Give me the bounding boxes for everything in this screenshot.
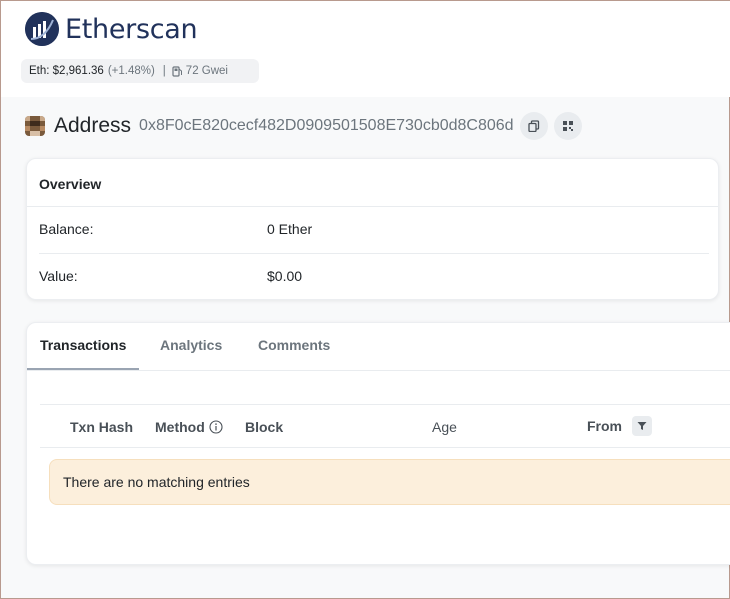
etherscan-logo-icon xyxy=(25,12,59,46)
transactions-card: Transactions Analytics Comments Txn Hash… xyxy=(26,322,730,565)
tab-bar-divider xyxy=(27,370,730,371)
column-block: Block xyxy=(245,419,284,435)
price-bar: Eth: $2,961.36 (+1.48%) | 72 Gwei xyxy=(21,59,259,83)
page-title: Address xyxy=(54,114,132,137)
header: Etherscan Eth: $2,961.36 (+1.48%) | 72 G… xyxy=(1,1,730,97)
column-from: From xyxy=(587,416,652,436)
table-header: Txn Hash Method Block Age From xyxy=(40,404,730,448)
address-avatar xyxy=(25,116,45,136)
column-age[interactable]: Age xyxy=(432,419,457,435)
tab-analytics[interactable]: Analytics xyxy=(160,337,222,353)
copy-address-button[interactable] xyxy=(519,112,548,140)
gas-pump-icon xyxy=(172,65,183,77)
balance-value: 0 Ether xyxy=(267,221,313,237)
no-entries-alert: There are no matching entries xyxy=(49,459,730,505)
column-txn-hash: Txn Hash xyxy=(70,419,134,435)
overview-row-value: Value: $0.00 xyxy=(39,254,709,300)
value-label: Value: xyxy=(39,268,78,284)
tab-comments[interactable]: Comments xyxy=(258,337,330,353)
column-from-label: From xyxy=(587,418,622,434)
column-method: Method xyxy=(155,419,223,435)
info-icon[interactable] xyxy=(209,420,223,434)
value-amount: $0.00 xyxy=(267,268,303,284)
tab-bar: Transactions Analytics Comments xyxy=(27,323,730,371)
overview-row-balance: Balance: 0 Ether xyxy=(39,207,709,253)
column-method-label: Method xyxy=(155,419,205,435)
eth-price[interactable]: Eth: $2,961.36 xyxy=(29,65,104,77)
filter-icon xyxy=(637,422,647,430)
address-header: Address 0x8F0cE820cecf482D0909501508E730… xyxy=(25,111,582,141)
from-filter-button[interactable] xyxy=(632,416,652,436)
price-separator: | xyxy=(162,65,166,77)
qr-code-icon xyxy=(562,121,573,131)
overview-title: Overview xyxy=(39,176,102,192)
etherscan-logo[interactable]: Etherscan xyxy=(25,11,198,47)
tab-transactions[interactable]: Transactions xyxy=(40,337,126,353)
address-hash: 0x8F0cE820cecf482D0909501508E730cb0d8C80… xyxy=(139,117,514,134)
brand-name: Etherscan xyxy=(65,13,198,45)
eth-price-change: (+1.48%) xyxy=(107,65,155,77)
copy-icon xyxy=(527,120,539,132)
gas-price[interactable]: 72 Gwei xyxy=(186,65,228,77)
balance-label: Balance: xyxy=(39,221,94,237)
qr-code-button[interactable] xyxy=(553,112,582,140)
overview-card: Overview Balance: 0 Ether Value: $0.00 xyxy=(26,158,719,300)
